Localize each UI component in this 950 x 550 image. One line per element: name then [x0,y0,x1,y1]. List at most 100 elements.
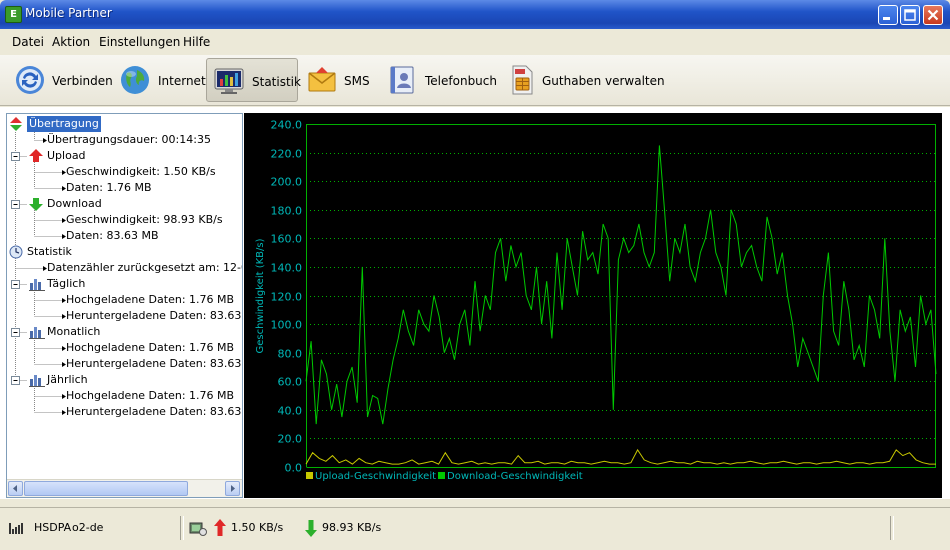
sim-card-icon [512,65,533,95]
tree-item-yearly-download[interactable]: Heruntergeladene Daten: 83.63 MB [7,404,242,420]
scroll-thumb[interactable] [24,481,188,496]
tree-label: Monatlich [47,325,101,338]
y-tick-label: 40.0 [278,405,303,418]
y-tick-label: 240.0 [271,119,303,132]
menu-aktion[interactable]: Aktion [52,35,90,49]
tree-item-download-data[interactable]: Daten: 83.63 MB [7,228,242,244]
globe-icon [121,66,149,94]
arrow-right-icon [231,485,235,492]
status-bar: HSDPA o2-de 1.50 KB/s 98.93 KB/s [0,507,950,550]
toolbar-label: Internet [158,74,206,88]
tree-item-daily-download[interactable]: Heruntergeladene Daten: 83.63 MB [7,308,242,324]
menu-bar: Datei Aktion Einstellungen Hilfe [0,29,950,55]
tree-item-reset-date[interactable]: Datenzähler zurückgesetzt am: 12-02-20 [7,260,242,276]
tree-label: Täglich [47,277,86,290]
toolbar-telefonbuch-button[interactable]: Telefonbuch [382,58,497,102]
tree-item-taeglich[interactable]: Täglich [7,276,242,292]
tree-label: Heruntergeladene Daten: 83.63 MB [66,357,243,370]
toolbar-label: Guthaben verwalten [542,74,665,88]
bar-chart-icon [29,279,45,291]
status-download-speed: 98.93 KB/s [322,521,382,534]
menu-einstellungen[interactable]: Einstellungen [99,35,180,49]
tree-label: Heruntergeladene Daten: 83.63 MB [66,309,243,322]
data-transfer-icon [189,522,207,536]
connect-icon [16,66,44,94]
download-arrow-icon [305,520,317,537]
tree-item-download-speed[interactable]: Geschwindigkeit: 98.93 KB/s [7,212,242,228]
window-title: Mobile Partner [25,6,112,20]
tree-item-download[interactable]: Download [7,196,242,212]
speed-chart: 0.0 20.0 40.0 60.0 80.0 100.0 120.0 140.0 160.0 1… [244,113,942,498]
tree-item-jaehrlich[interactable]: Jährlich [7,372,242,388]
y-tick-label: 60.0 [278,376,303,389]
close-button[interactable] [923,5,943,25]
statistics-icon [214,68,244,94]
status-separator [180,516,184,540]
tree-item-upload[interactable]: Upload [7,148,242,164]
scroll-left-button[interactable] [8,481,23,496]
tree-label: Daten: 1.76 MB [66,181,152,194]
toolbar-guthaben-button[interactable]: Guthaben verwalten [500,58,665,102]
tree-item-uebertragung[interactable]: Übertragung [9,116,239,132]
maximize-button[interactable] [900,5,920,25]
tree-label: Hochgeladene Daten: 1.76 MB [66,389,235,402]
arrow-left-icon [13,485,17,492]
legend-upload-label: Upload-Geschwindigkeit [315,471,436,482]
tree-item-monthly-download[interactable]: Heruntergeladene Daten: 83.63 MB [7,356,242,372]
tree-label: Übertragung [27,116,101,132]
bar-chart-icon [29,375,45,387]
upload-series-line [305,448,936,465]
toolbar-verbinden-button[interactable]: Verbinden [10,58,113,102]
signal-strength-icon [9,523,23,534]
legend-download-swatch [438,472,445,479]
tree-label: Übertragungsdauer: 00:14:35 [47,133,211,146]
app-icon: E [5,6,22,23]
upload-arrow-icon [214,519,226,536]
chart-grid [306,153,936,439]
toolbar: Verbinden Internet Statistik SMS Telefon… [0,55,950,106]
tree-item-upload-speed[interactable]: Geschwindigkeit: 1.50 KB/s [7,164,242,180]
y-tick-label: 120.0 [271,291,303,304]
status-separator [890,516,894,540]
tree-item-duration[interactable]: Übertragungsdauer: 00:14:35 [7,132,242,148]
toolbar-label: Telefonbuch [425,74,497,88]
maximize-icon [904,9,916,21]
tree-label: Datenzähler zurückgesetzt am: 12-02-20 [47,261,242,274]
y-tick-label: 0.0 [285,462,303,475]
operator-name: o2-de [72,521,104,534]
minimize-icon [883,17,890,20]
phonebook-icon [390,66,414,94]
tree-label: Heruntergeladene Daten: 83.63 MB [66,405,243,418]
tree-item-daily-upload[interactable]: Hochgeladene Daten: 1.76 MB [7,292,242,308]
minimize-button[interactable] [878,5,898,25]
tree-item-monatlich[interactable]: Monatlich [7,324,242,340]
tree-item-yearly-upload[interactable]: Hochgeladene Daten: 1.76 MB [7,388,242,404]
tree-item-monthly-upload[interactable]: Hochgeladene Daten: 1.76 MB [7,340,242,356]
title-bar[interactable]: E Mobile Partner [0,0,950,29]
bar-chart-icon [29,327,45,339]
close-icon [927,9,939,21]
toolbar-statistik-button[interactable]: Statistik [206,58,301,102]
tree-label: Geschwindigkeit: 98.93 KB/s [66,213,223,226]
toolbar-label: Verbinden [52,74,113,88]
tree-horizontal-scrollbar[interactable] [7,479,242,497]
statistics-tree[interactable]: Übertragung Übertragungsdauer: 00:14:35 … [6,113,243,498]
tree-item-statistik[interactable]: Statistik [9,244,242,260]
tree-label: Hochgeladene Daten: 1.76 MB [66,341,235,354]
chart-y-axis-label: Geschwindigkeit (KB/s) [255,238,266,353]
envelope-icon [308,67,336,92]
menu-hilfe[interactable]: Hilfe [183,35,210,49]
toolbar-sms-button[interactable]: SMS [304,58,376,102]
toolbar-label: SMS [344,74,370,88]
tree-label: Jährlich [47,373,88,386]
tree-label: Statistik [27,245,72,258]
toolbar-internet-button[interactable]: Internet [116,58,206,102]
tree-label: Geschwindigkeit: 1.50 KB/s [66,165,216,178]
tree-item-upload-data[interactable]: Daten: 1.76 MB [7,180,242,196]
menu-datei[interactable]: Datei [12,35,44,49]
network-type: HSDPA [34,521,72,534]
scroll-right-button[interactable] [225,481,240,496]
upload-arrow-icon [29,149,43,162]
speed-chart-svg: 0.0 20.0 40.0 60.0 80.0 100.0 120.0 140.0 160.0 1… [255,119,937,482]
y-tick-label: 80.0 [278,348,303,361]
